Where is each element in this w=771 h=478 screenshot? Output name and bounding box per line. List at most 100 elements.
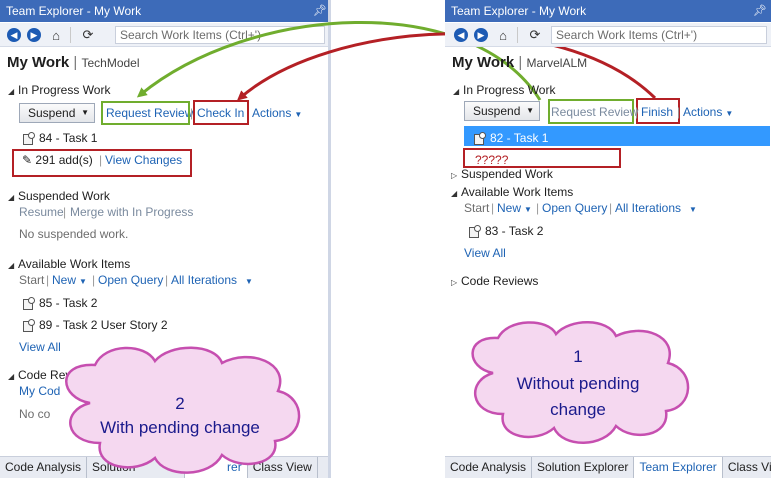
available-header[interactable]: ◢ Available Work Items <box>8 257 130 271</box>
collapse-triangle-icon: ◢ <box>8 87 15 96</box>
new-label: New <box>52 273 77 287</box>
back-icon[interactable]: ◀ <box>453 27 469 43</box>
collapse-triangle-icon: ◢ <box>8 261 15 270</box>
refresh-icon[interactable]: ⟳ <box>80 27 96 43</box>
actions-label: Actions <box>252 106 292 120</box>
code-reviews-header[interactable]: ▷ Code Reviews <box>451 274 538 288</box>
back-icon[interactable]: ◀ <box>6 27 22 43</box>
task-icon <box>473 132 486 145</box>
divider: | <box>92 273 96 287</box>
unknown-changes: ????? <box>475 153 509 167</box>
actions-label: Actions <box>683 105 723 119</box>
all-iterations-menu[interactable]: All Iterations ▼ <box>615 201 697 215</box>
tool-window-tabs: Code Analysis Solution Explorer Team Explo… <box>445 456 771 478</box>
project-name: TechModel <box>81 56 140 70</box>
title-bar: Team Explorer - My Work 📌︎ <box>0 0 331 22</box>
work-item-title: 85 - Task 2 <box>39 296 98 310</box>
chevron-down-icon: ▼ <box>725 109 734 118</box>
tab-class-view[interactable]: Class View <box>723 457 771 478</box>
start-link[interactable]: Start <box>464 201 489 215</box>
divider: | <box>635 105 639 119</box>
in-progress-label: In Progress Work <box>18 83 111 97</box>
chevron-down-icon[interactable]: ▼ <box>81 104 89 122</box>
suspend-label: Suspend <box>473 104 521 118</box>
open-query-link[interactable]: Open Query <box>98 273 163 287</box>
open-query-link[interactable]: Open Query <box>542 201 607 215</box>
work-item-row[interactable]: 85 - Task 2 <box>22 295 97 310</box>
work-item-row-selected[interactable]: 82 - Task 1 <box>473 130 548 145</box>
team-explorer-right: Team Explorer - My Work 📌︎ ◀ ▶ ⌂ ⟳ Searc… <box>445 0 771 478</box>
finish-link[interactable]: Finish <box>641 105 673 119</box>
resume-link[interactable]: Resume <box>19 205 64 219</box>
available-label: Available Work Items <box>18 257 131 271</box>
page-title: My Work | TechModel <box>7 54 140 71</box>
suspend-button[interactable]: Suspend ▼ <box>464 101 540 121</box>
tab-team-explorer[interactable]: Team Explorer <box>634 457 723 478</box>
refresh-icon[interactable]: ⟳ <box>527 27 543 43</box>
new-label: New <box>497 201 522 215</box>
work-item-title: 84 - Task 1 <box>39 131 98 145</box>
chevron-down-icon: ▼ <box>294 110 303 119</box>
task-icon <box>468 225 481 238</box>
home-icon[interactable]: ⌂ <box>48 27 64 43</box>
search-input[interactable]: Search Work Items (Ctrl+') <box>115 26 325 44</box>
toolbar: ◀ ▶ ⌂ ⟳ Search Work Items (Ctrl+') <box>0 23 331 47</box>
all-iterations-menu[interactable]: All Iterations ▼ <box>171 273 253 287</box>
window-title: Team Explorer - My Work <box>6 4 142 18</box>
in-progress-header[interactable]: ◢ In Progress Work <box>453 83 555 97</box>
forward-icon[interactable]: ▶ <box>26 27 42 43</box>
suspended-header[interactable]: ▷ Suspended Work <box>451 167 553 181</box>
callout-text-left: With pending change <box>100 418 260 437</box>
task-icon <box>22 297 35 310</box>
collapse-triangle-icon: ◢ <box>8 372 15 381</box>
work-item-row[interactable]: 84 - Task 1 <box>22 130 97 145</box>
work-item-row[interactable]: 83 - Task 2 <box>468 223 543 238</box>
expand-triangle-icon: ▷ <box>451 278 458 287</box>
view-all-link[interactable]: View All <box>464 246 506 260</box>
window-title: Team Explorer - My Work <box>451 4 587 18</box>
divider: | <box>609 201 613 215</box>
request-review-link[interactable]: Request Review <box>551 105 638 119</box>
divider: | <box>63 205 67 219</box>
work-item-title: 83 - Task 2 <box>485 224 544 238</box>
in-progress-header[interactable]: ◢ In Progress Work <box>8 83 110 97</box>
empty-message: No co <box>19 407 51 421</box>
available-label: Available Work Items <box>461 185 574 199</box>
actions-menu[interactable]: Actions ▼ <box>683 105 733 119</box>
chevron-down-icon: ▼ <box>245 277 253 286</box>
home-icon[interactable]: ⌂ <box>495 27 511 43</box>
tab-code-analysis[interactable]: Code Analysis <box>445 457 533 478</box>
start-link[interactable]: Start <box>19 273 44 287</box>
new-menu[interactable]: New ▼ <box>497 201 532 215</box>
work-item-title: 89 - Task 2 User Story 2 <box>39 318 168 332</box>
chevron-down-icon: ▼ <box>79 277 87 286</box>
forward-icon[interactable]: ▶ <box>473 27 489 43</box>
pin-icon[interactable]: 📌︎ <box>313 0 327 22</box>
toolbar-separator <box>70 27 71 43</box>
code-reviews-label: Code Reviews <box>461 274 539 288</box>
suspend-button[interactable]: Suspend ▼ <box>19 103 95 123</box>
all-iterations-label: All Iterations <box>615 201 682 215</box>
search-input[interactable]: Search Work Items (Ctrl+') <box>551 26 767 44</box>
chevron-down-icon[interactable]: ▼ <box>526 102 534 120</box>
work-item-row[interactable]: 89 - Task 2 User Story 2 <box>22 317 168 332</box>
available-header[interactable]: ◢ Available Work Items <box>451 185 573 199</box>
in-progress-label: In Progress Work <box>463 83 556 97</box>
page-title-text: My Work <box>452 54 515 71</box>
highlight-request-review-left <box>101 101 190 125</box>
collapse-triangle-icon: ◢ <box>453 87 460 96</box>
suspended-header[interactable]: ◢ Suspended Work <box>8 189 110 203</box>
all-iterations-label: All Iterations <box>171 273 238 287</box>
actions-menu[interactable]: Actions ▼ <box>252 106 302 120</box>
task-icon <box>22 319 35 332</box>
collapse-triangle-icon: ◢ <box>451 189 458 198</box>
work-item-title: 82 - Task 1 <box>490 131 549 145</box>
pin-icon[interactable]: 📌︎ <box>753 0 767 22</box>
tab-solution-explorer[interactable]: Solution Explorer <box>532 457 635 478</box>
project-name: MarvelALM <box>526 56 588 70</box>
new-menu[interactable]: New ▼ <box>52 273 87 287</box>
merge-link[interactable]: Merge with In Progress <box>70 205 193 219</box>
chevron-down-icon: ▼ <box>689 205 697 214</box>
title-bar: Team Explorer - My Work 📌︎ <box>445 0 771 22</box>
expand-triangle-icon: ▷ <box>451 171 458 180</box>
